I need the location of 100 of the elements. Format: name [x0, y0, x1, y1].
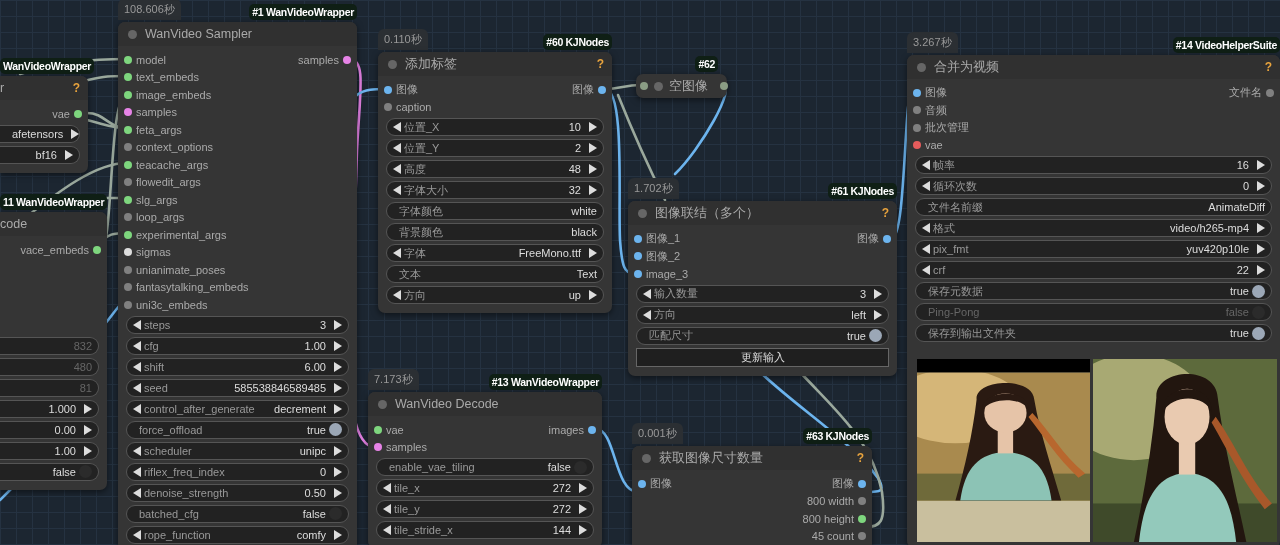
dropdown[interactable]: 方向 up	[386, 286, 604, 304]
node-badge: #1 WanVideoWrapper	[249, 4, 357, 20]
node-title: 图像联结（多个）	[655, 204, 759, 222]
input-label: vae	[386, 423, 404, 436]
input-label: fantasytalking_embeds	[136, 281, 249, 294]
collapsed-node[interactable]: 空图像	[636, 74, 727, 98]
text-field[interactable]: 字体颜色 white	[386, 202, 604, 220]
input-label: sigmas	[136, 246, 171, 259]
node-badge: #13 WanVideoWrapper	[488, 374, 602, 390]
help-mark[interactable]: ?	[1264, 60, 1272, 74]
node-card[interactable]: WanVideo Decode vae images samples enable_vae_tiling false tile_x 272 tile_y 272 tile_stride_x 144	[368, 392, 602, 545]
run-time-label: 1.702秒	[628, 178, 679, 199]
input-label: samples	[386, 441, 427, 454]
dropdown[interactable]: control_after_generate decrement	[126, 399, 349, 418]
run-time-label: 0.110秒	[378, 29, 428, 50]
dropdown[interactable]: 方向 left	[636, 305, 889, 324]
output-label: 图像	[832, 476, 854, 492]
number-field[interactable]: 1.000	[0, 399, 99, 418]
node-badge: #14 VideoHelperSuite	[1172, 37, 1280, 53]
number-field[interactable]: steps 3	[126, 315, 349, 334]
run-time-label: 0.001秒	[632, 423, 683, 444]
number-field[interactable]: 位置_Y 2	[386, 139, 604, 157]
number-field[interactable]: tile_stride_x 144	[376, 521, 594, 539]
node-title-bar[interactable]: WanVideo Decode	[368, 392, 602, 416]
input-label: flowedit_args	[136, 176, 201, 189]
number-field[interactable]: seed 585538846589485	[126, 378, 349, 397]
dropdown[interactable]: pix_fmt yuv420p10le	[915, 240, 1272, 258]
help-mark[interactable]: ?	[856, 451, 864, 465]
toggle-switch[interactable]: false	[0, 462, 99, 481]
node-badge: 11 WanVideoWrapper	[0, 194, 108, 210]
action-button[interactable]: 更新输入	[636, 347, 889, 367]
input-label: feta_args	[136, 123, 182, 136]
text-field[interactable]: 文本 Text	[386, 265, 604, 283]
number-field[interactable]: riflex_freq_index 0	[126, 462, 349, 481]
node-title-bar[interactable]: 获取图像尺寸数量 ?	[632, 446, 872, 470]
output-label: 800 width	[806, 495, 854, 508]
node-title: r	[0, 81, 5, 95]
input-label: unianimate_poses	[136, 263, 226, 276]
help-mark[interactable]: ?	[881, 206, 889, 220]
node-card[interactable]: 获取图像尺寸数量 ? 图像 图像 800 width 800 height 45 count	[632, 446, 872, 545]
number-field[interactable]: 输入数量 3	[636, 284, 889, 303]
node-title: 添加标签	[405, 55, 457, 73]
number-field[interactable]: 1.00	[0, 441, 99, 460]
node-title: WanVideo Sampler	[145, 27, 252, 41]
output-label: vae	[52, 107, 70, 120]
node-title-bar[interactable]: r ?	[0, 76, 88, 100]
output-label: samples	[298, 53, 339, 66]
node-title: WanVideo Decode	[395, 397, 499, 411]
node-title: code	[0, 217, 28, 231]
number-field[interactable]: 循环次数 0	[915, 177, 1272, 195]
node-title-bar[interactable]: 合并为视频 ?	[907, 55, 1280, 79]
input-label: 图像	[650, 476, 672, 492]
toggle-switch[interactable]: 保存到输出文件夹 true	[915, 324, 1272, 342]
input-label: caption	[396, 101, 432, 114]
dropdown[interactable]: bf16	[0, 145, 80, 164]
help-mark[interactable]: ?	[72, 81, 80, 95]
text-field[interactable]: 背景颜色 black	[386, 223, 604, 241]
text-field[interactable]: 文件名前缀 AnimateDiff	[915, 198, 1272, 216]
dropdown[interactable]: scheduler unipc	[126, 441, 349, 460]
input-label: vae	[925, 139, 943, 152]
toggle-switch[interactable]: force_offload true	[126, 420, 349, 439]
node-title-bar[interactable]: code	[0, 212, 107, 236]
node-title-bar[interactable]: 添加标签 ?	[378, 52, 612, 76]
input-label: loop_args	[136, 211, 185, 224]
number-field[interactable]: 高度 48	[386, 160, 604, 178]
number-field[interactable]: 字体大小 32	[386, 181, 604, 199]
toggle-switch[interactable]: 匹配尺寸 true	[636, 326, 889, 345]
input-label: 音频	[925, 102, 947, 118]
dropdown[interactable]: 格式 video/h265-mp4	[915, 219, 1272, 237]
number-field[interactable]: 位置_X 10	[386, 118, 604, 136]
node-title: 空图像	[669, 77, 708, 95]
number-field[interactable]: crf 22	[915, 261, 1272, 279]
toggle-switch[interactable]: batched_cfg false	[126, 504, 349, 523]
dropdown[interactable]: afetensors	[0, 124, 80, 143]
number-field[interactable]: shift 6.00	[126, 357, 349, 376]
node-title: 获取图像尺寸数量	[659, 449, 763, 467]
node-title-bar[interactable]: WanVideo Sampler	[118, 22, 357, 46]
number-field[interactable]: tile_y 272	[376, 500, 594, 518]
node-title-bar[interactable]: 图像联结（多个） ?	[628, 201, 897, 225]
toggle-switch[interactable]: 保存元数据 true	[915, 282, 1272, 300]
run-time-label: 7.173秒	[368, 369, 419, 390]
input-label: experimental_args	[136, 228, 227, 241]
output-label: 图像	[857, 231, 879, 247]
number-field[interactable]: 0.00	[0, 420, 99, 439]
node-badge: #61 KJNodes	[828, 183, 897, 199]
number-field[interactable]: 帧率 16	[915, 156, 1272, 174]
toggle-switch[interactable]: enable_vae_tiling false	[376, 458, 594, 476]
dropdown[interactable]: rope_function comfy	[126, 525, 349, 544]
node-card[interactable]: 图像联结（多个） ? 图像_1 图像 图像_2 image_3 输入数量 3 方向 left 匹配尺寸 true 更新输入	[628, 201, 897, 376]
input-label: 批次管理	[925, 120, 969, 136]
dropdown[interactable]: 字体 FreeMono.ttf	[386, 244, 604, 262]
node-card[interactable]: r ? vae afetensors bf16	[0, 76, 88, 173]
help-mark[interactable]: ?	[596, 57, 604, 71]
output-label: 文件名	[1229, 85, 1262, 101]
number-field[interactable]: tile_x 272	[376, 479, 594, 497]
node-badge: WanVideoWrapper	[0, 58, 95, 74]
number-field[interactable]: denoise_strength 0.50	[126, 483, 349, 502]
input-label: image_embeds	[136, 88, 212, 101]
number-field[interactable]: cfg 1.00	[126, 336, 349, 355]
node-card[interactable]: 添加标签 ? 图像 图像 caption 位置_X 10 位置_Y 2 高度 48 字体大小 32 字体颜色 white 背景颜色 black 字体 FreeMono.ttf 文本 Text 方向 up	[378, 52, 612, 313]
